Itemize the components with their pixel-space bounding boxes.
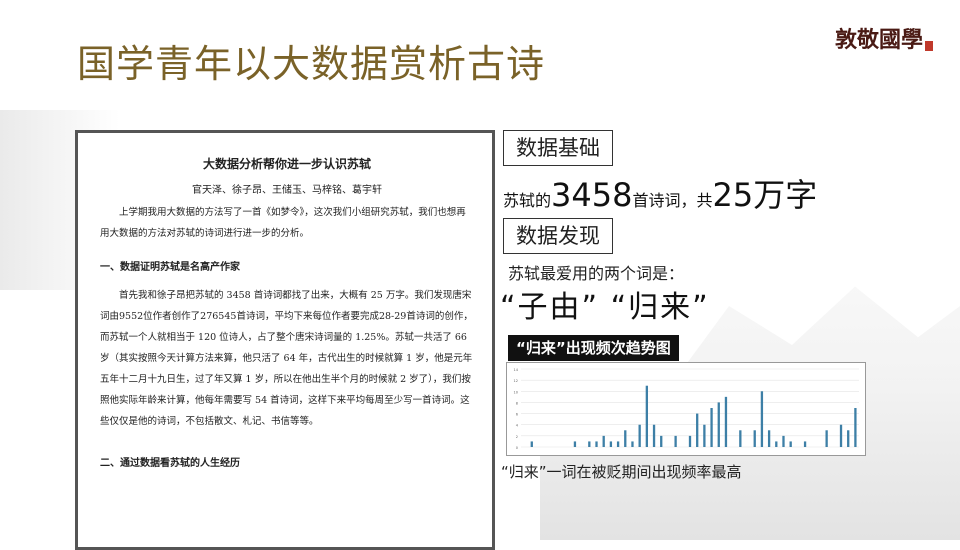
stat-mid: 首诗词，共 (632, 191, 713, 210)
frequency-chart-svg: 14 12 10 8 6 4 2 0 (514, 368, 859, 450)
chart-bar (775, 441, 778, 447)
chart-bar (803, 441, 807, 447)
chart-bar (530, 441, 533, 447)
chart-bar (660, 435, 663, 447)
stat-prefix: 苏轼的 (503, 191, 552, 210)
chart-y-tick-label: 2 (516, 435, 518, 439)
chart-bar (609, 441, 613, 447)
logo: 敦敬國學 (835, 27, 924, 53)
chart-bar (767, 430, 771, 447)
stat-count: 3458 (551, 176, 633, 214)
chart-title: “归来”出现频次趋势图 (508, 335, 679, 361)
document-intro: 上学期我用大数据的方法写了一首《如梦令》，这次我们小组研究苏轼，我们也想再用大数… (100, 207, 466, 239)
chart-bar (839, 424, 843, 447)
chart-bar (645, 385, 649, 447)
chart-bar (710, 408, 713, 447)
seal-icon (925, 41, 933, 51)
chart-bar (825, 430, 828, 447)
chart-bar (717, 402, 720, 447)
label-data-findings: 数据发现 (503, 218, 613, 254)
chart-bar (739, 430, 742, 447)
stat-words: 25万字 (712, 176, 818, 214)
chart-bar (652, 424, 656, 447)
chart-bar (847, 430, 850, 447)
chart-bar (688, 435, 692, 447)
chart-y-tick-label: 12 (514, 379, 518, 383)
document-authors: 官天泽、徐子昂、王储玉、马梓铭、葛宇轩 (192, 185, 382, 196)
chart-bar (602, 435, 605, 447)
chart-bar (638, 424, 641, 447)
chart-y-tick-label: 0 (516, 446, 518, 450)
frequency-chart: 14 12 10 8 6 4 2 0 (506, 362, 866, 456)
chart-y-tick-label: 10 (514, 390, 518, 394)
chart-bar (616, 441, 620, 447)
chart-bar (573, 441, 577, 447)
chart-bar (703, 424, 706, 447)
slide-title: 国学青年以大数据赏析古诗 (77, 42, 546, 86)
chart-bar (724, 396, 728, 447)
chart-bar (624, 430, 627, 447)
chart-y-tick-label: 14 (514, 368, 519, 372)
chart-caption: “归来”一词在被贬期间出现频率最高 (501, 463, 742, 481)
chart-bar (760, 391, 764, 447)
document-section-2-title: 二、通过数据看苏轼的人生经历 (100, 458, 240, 469)
document-heading: 大数据分析帮你进一步认识苏轼 (202, 157, 371, 171)
chart-bar (588, 441, 591, 447)
favorite-words: “子由” “归来” (500, 290, 710, 325)
chart-bar (782, 435, 785, 447)
chart-bar (631, 441, 634, 447)
chart-bar (789, 441, 792, 447)
document-section-1-body: 首先我和徐子昂把苏轼的 3458 首诗词都找了出来，大概有 25 万字。我们发现… (100, 290, 473, 427)
chart-bar (854, 408, 857, 447)
chart-bar (595, 441, 598, 447)
chart-y-tick-label: 8 (516, 401, 518, 405)
stat-line: 苏轼的3458首诗词，共25万字 (503, 170, 817, 216)
chart-y-tick-label: 6 (516, 413, 518, 417)
chart-bar (696, 413, 699, 447)
label-data-basis: 数据基础 (503, 130, 613, 166)
chart-bar (674, 435, 677, 447)
chart-y-tick-label: 4 (516, 424, 519, 428)
document-section-1-title: 一、数据证明苏轼是名高产作家 (100, 262, 240, 273)
chart-bar (753, 430, 756, 447)
favorite-words-intro: 苏轼最爱用的两个词是： (508, 264, 685, 283)
document-scan: 大数据分析帮你进一步认识苏轼 官天泽、徐子昂、王储玉、马梓铭、葛宇轩 上学期我用… (75, 130, 495, 550)
